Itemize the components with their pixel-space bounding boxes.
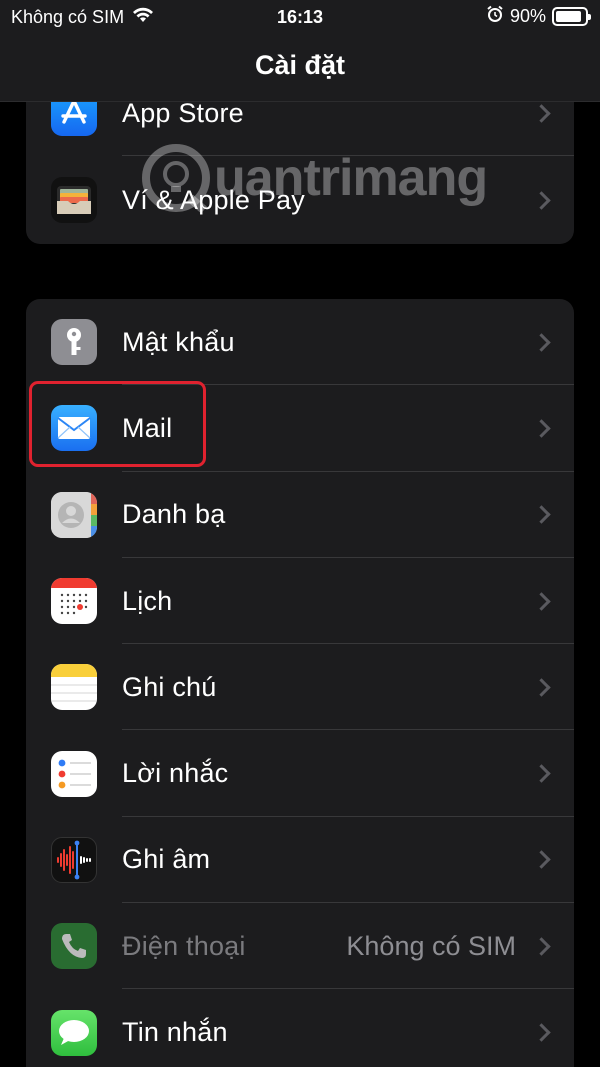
settings-row-label: Danh bạ [122, 499, 226, 530]
settings-row-reminders[interactable]: Lời nhắc [26, 730, 574, 817]
reminders-icon [51, 750, 97, 797]
alarm-icon [486, 5, 504, 28]
settings-row-mail[interactable]: Mail [26, 385, 574, 472]
settings-row-calendar[interactable]: Lịch [26, 558, 574, 645]
page-title: Cài đặt [254, 50, 346, 80]
calendar-icon [51, 578, 97, 625]
settings-row-label: Lời nhắc [122, 758, 229, 789]
settings-row-messages[interactable]: Tin nhắn [26, 989, 574, 1067]
chevron-right-icon [532, 678, 551, 697]
settings-row-passwords[interactable]: Mật khẩu [26, 299, 574, 386]
messages-icon [51, 1009, 97, 1056]
settings-row-wallet[interactable]: Ví & Apple Pay [26, 156, 574, 244]
settings-row-label: Tin nhắn [122, 1017, 228, 1048]
settings-row-label: Mail [122, 412, 173, 443]
phone-icon [51, 923, 97, 970]
chevron-right-icon [532, 850, 551, 870]
battery-fill [556, 11, 582, 22]
chevron-right-icon [532, 332, 551, 352]
settings-row-label: Ghi âm [122, 844, 211, 875]
settings-row-label: Mật khẩu [122, 326, 235, 357]
settings-row-contacts[interactable]: Danh bạ [26, 472, 574, 558]
settings-screen: Không có SIM 16:13 90% Cài đặt uantriman… [0, 0, 600, 1067]
settings-row-label: Ví & Apple Pay [122, 184, 305, 215]
settings-row-notes[interactable]: Ghi chú [26, 644, 574, 731]
chevron-right-icon [532, 505, 551, 524]
chevron-right-icon [532, 591, 551, 611]
settings-row-label: Lịch [122, 585, 173, 616]
mail-icon [51, 405, 97, 452]
settings-row-voice-memos[interactable]: Ghi âm [26, 817, 574, 904]
key-icon [51, 319, 97, 366]
settings-row-phone[interactable]: Điện thoại Không có SIM [26, 903, 574, 990]
chevron-right-icon [532, 937, 551, 956]
chevron-right-icon [532, 190, 551, 210]
status-bar: Không có SIM 16:13 90% [0, 0, 600, 36]
chevron-right-icon [532, 764, 551, 783]
chevron-right-icon [532, 419, 551, 438]
voice-memos-icon [51, 836, 97, 883]
settings-group-apps-main: Mật khẩu Mail Danh bạ Lịch Ghi chú Lời n… [26, 299, 574, 1067]
contacts-icon [51, 491, 97, 538]
navigation-bar: Cài đặt [0, 36, 600, 102]
battery-percent: 90% [509, 6, 546, 26]
settings-row-label: Ghi chú [122, 671, 217, 702]
wallet-icon [51, 177, 97, 223]
battery-icon [552, 7, 591, 26]
chevron-right-icon [532, 1023, 551, 1042]
settings-row-label: Điện thoại [122, 930, 246, 961]
chevron-right-icon [532, 103, 551, 123]
notes-icon [51, 664, 97, 711]
settings-row-value: Không có SIM [346, 930, 516, 961]
settings-row-label: App Store [122, 97, 244, 128]
status-right: 90% [486, 5, 591, 28]
